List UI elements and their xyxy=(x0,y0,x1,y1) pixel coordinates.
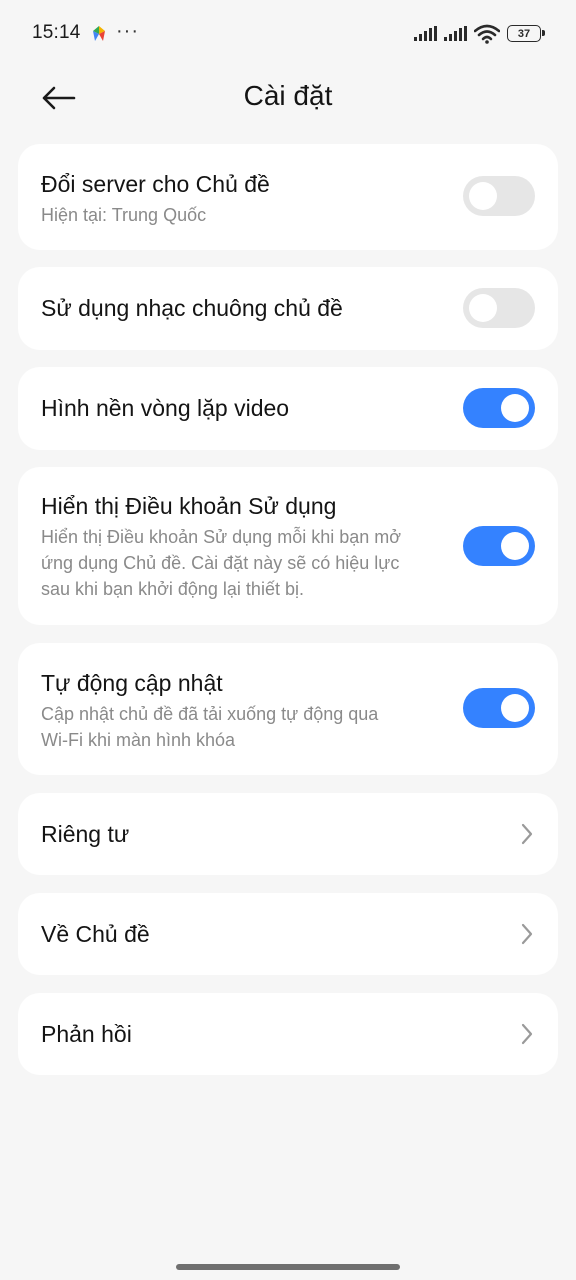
subtitle-line: Wi-Fi khi màn hình khóa xyxy=(41,730,236,750)
setting-feedback-title: Phản hồi xyxy=(41,1021,132,1047)
video-wallpaper-toggle[interactable] xyxy=(463,388,535,428)
app-notification-icon xyxy=(93,26,105,41)
auto-update-toggle[interactable] xyxy=(463,688,535,728)
setting-privacy-title: Riêng tư xyxy=(41,821,130,847)
setting-terms-subtitle: Hiển thị Điều khoản Sử dụng mỗi khi bạn … xyxy=(41,524,441,602)
setting-terms-title: Hiển thị Điều khoản Sử dụng xyxy=(41,493,337,519)
home-indicator[interactable] xyxy=(176,1264,400,1270)
ringtone-toggle[interactable] xyxy=(463,288,535,328)
setting-about-card[interactable]: Về Chủ đề xyxy=(18,893,558,975)
status-time: 15:14 xyxy=(32,22,81,43)
page-title: Cài đặt xyxy=(243,80,333,111)
signal-icon xyxy=(414,26,437,41)
server-toggle[interactable] xyxy=(463,176,535,216)
setting-privacy-card[interactable]: Riêng tư xyxy=(18,793,558,875)
status-bar: 15:14 ··· 37 xyxy=(0,0,576,68)
battery-level: 37 xyxy=(517,27,531,40)
chevron-right-icon xyxy=(521,923,533,945)
chevron-right-icon xyxy=(521,823,533,845)
setting-server-card[interactable]: Đổi server cho Chủ đề Hiện tại: Trung Qu… xyxy=(18,144,558,250)
subtitle-line: ứng dụng Chủ đề. Cài đặt này sẽ có hiệu … xyxy=(41,553,400,573)
setting-ringtone-title: Sử dụng nhạc chuông chủ đề xyxy=(41,295,343,321)
toggle-knob xyxy=(501,694,529,722)
toggle-knob xyxy=(501,394,529,422)
setting-about-title: Về Chủ đề xyxy=(41,921,150,947)
toggle-knob xyxy=(501,532,529,560)
wifi-icon xyxy=(474,24,500,44)
chevron-right-icon xyxy=(521,1023,533,1045)
signal-icon xyxy=(444,26,467,41)
setting-feedback-card[interactable]: Phản hồi xyxy=(18,993,558,1075)
setting-video-wallpaper-title: Hình nền vòng lặp video xyxy=(41,395,290,421)
terms-toggle[interactable] xyxy=(463,526,535,566)
setting-auto-update-title: Tự động cập nhật xyxy=(41,670,223,696)
subtitle-line: Hiển thị Điều khoản Sử dụng mỗi khi bạn … xyxy=(41,527,402,547)
subtitle-line: Cập nhật chủ đề đã tải xuống tự động qua xyxy=(41,704,379,724)
setting-server-title: Đổi server cho Chủ đề xyxy=(41,171,270,197)
toggle-knob xyxy=(469,182,497,210)
header: Cài đặt xyxy=(0,68,576,128)
battery-icon: 37 xyxy=(507,25,545,42)
setting-server-subtitle: Hiện tại: Trung Quốc xyxy=(41,205,207,225)
setting-ringtone-card[interactable]: Sử dụng nhạc chuông chủ đề xyxy=(18,267,558,350)
setting-video-wallpaper-card[interactable]: Hình nền vòng lặp video xyxy=(18,367,558,450)
setting-auto-update-card[interactable]: Tự động cập nhật Cập nhật chủ đề đã tải … xyxy=(18,643,558,775)
toggle-knob xyxy=(469,294,497,322)
setting-auto-update-subtitle: Cập nhật chủ đề đã tải xuống tự động qua… xyxy=(41,701,441,753)
more-notifications-icon: ··· xyxy=(116,20,139,42)
subtitle-line: sau khi bạn khởi động lại thiết bị. xyxy=(41,579,304,599)
setting-terms-card[interactable]: Hiển thị Điều khoản Sử dụng Hiển thị Điề… xyxy=(18,467,558,625)
